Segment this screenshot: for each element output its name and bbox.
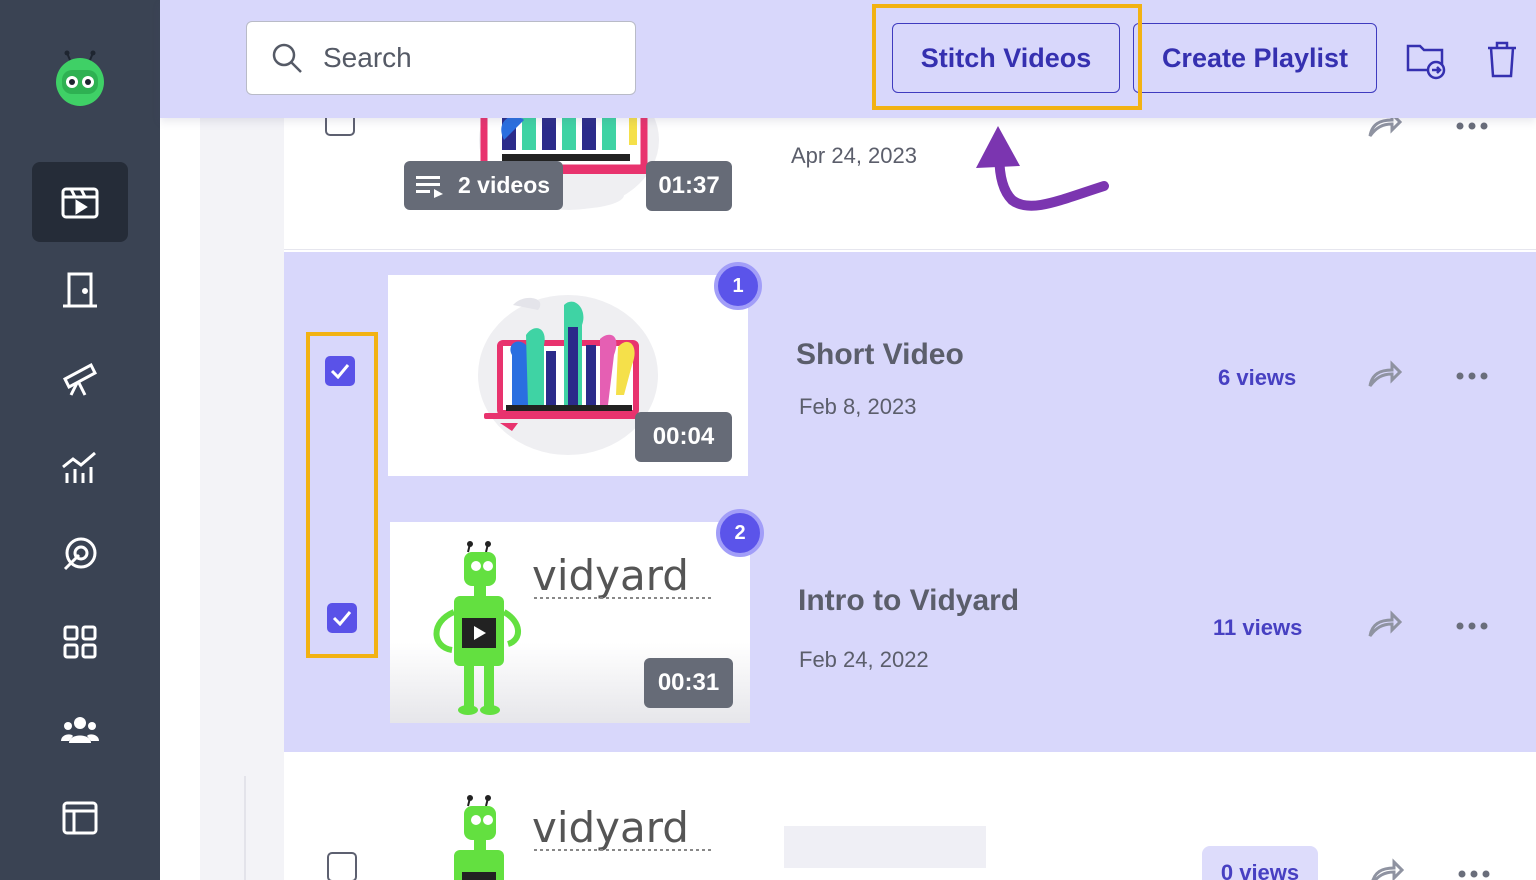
view-count-pill[interactable]: 0 views (1202, 846, 1318, 880)
playlist-icon (416, 175, 443, 198)
share-icon[interactable] (1366, 358, 1402, 394)
video-date: Apr 24, 2023 (791, 143, 917, 168)
video-library-icon (61, 187, 99, 219)
content-gutter (160, 0, 200, 880)
more-options-icon[interactable] (1456, 856, 1492, 880)
sidebar-item-prospecting[interactable] (32, 338, 128, 418)
vidyard-logo[interactable] (52, 50, 108, 106)
sidebar-item-engagement[interactable] (32, 514, 128, 594)
annotation-arrow-icon (976, 126, 1109, 211)
sidebar-item-layouts[interactable] (32, 778, 128, 858)
brand-wordmark: vidyard (532, 803, 689, 852)
share-icon[interactable] (1366, 608, 1402, 644)
layout-icon (62, 801, 98, 835)
title-loading-placeholder (784, 826, 986, 868)
video-title[interactable]: Intro to Vidyard (798, 584, 1019, 618)
video-date: Feb 24, 2022 (799, 647, 929, 672)
search-box[interactable] (246, 21, 636, 95)
action-toolbar: Stitch Videos Create Playlist (160, 0, 1536, 118)
view-count[interactable]: 6 views (1218, 365, 1296, 391)
playlist-count: 2 videos (458, 172, 551, 198)
trash-icon[interactable] (1480, 38, 1524, 82)
brand-wordmark: vidyard (532, 551, 689, 600)
video-thumbnail[interactable]: vidyard (386, 776, 750, 880)
folder-strip (200, 110, 284, 880)
divider (244, 776, 246, 880)
more-options-icon[interactable] (1454, 358, 1490, 394)
duration-badge: 00:04 (635, 412, 732, 462)
chart-icon (62, 451, 96, 483)
telescope-icon (63, 362, 97, 396)
view-count[interactable]: 11 views (1213, 615, 1302, 641)
apps-grid-icon (63, 625, 97, 659)
checkbox-highlight-annotation (306, 332, 378, 658)
search-icon (272, 43, 302, 73)
sidebar-item-videos[interactable] (32, 162, 128, 242)
duration-badge: 01:37 (646, 161, 732, 211)
team-icon (61, 717, 99, 743)
stitch-button-highlight-annotation (872, 4, 1142, 110)
selection-order-badge: 1 (714, 262, 762, 310)
more-options-icon[interactable] (1454, 608, 1490, 644)
video-title[interactable]: Short Video (796, 338, 964, 372)
view-count: 0 views (1220, 860, 1300, 880)
row-checkbox[interactable] (327, 852, 357, 880)
sidebar-item-rooms[interactable] (32, 250, 128, 330)
door-icon (63, 272, 97, 308)
sidebar-item-analytics[interactable] (32, 426, 128, 506)
sidebar-item-team[interactable] (32, 690, 128, 770)
duration-badge: 00:31 (644, 658, 733, 708)
share-icon[interactable] (1368, 856, 1404, 880)
video-date: Feb 8, 2023 (799, 394, 917, 419)
target-icon (63, 537, 97, 571)
create-playlist-button[interactable]: Create Playlist (1133, 23, 1377, 93)
selection-order-badge: 2 (716, 509, 764, 557)
move-to-folder-icon[interactable] (1404, 38, 1448, 82)
playlist-count-badge: 2 videos (404, 161, 563, 210)
sidebar-item-integrations[interactable] (32, 602, 128, 682)
search-input[interactable] (323, 42, 623, 74)
sidebar (0, 0, 160, 880)
